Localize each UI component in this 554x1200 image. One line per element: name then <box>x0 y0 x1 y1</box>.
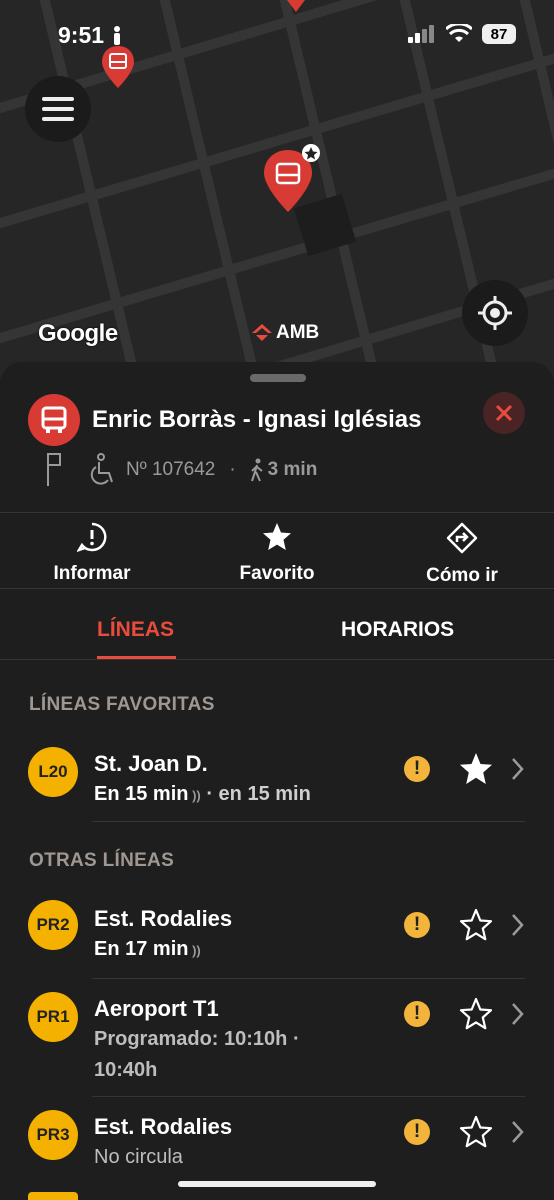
line-destination: Est. Rodalies <box>94 906 233 931</box>
battery-indicator: 87 <box>482 24 516 44</box>
favorite-button[interactable]: Favorito <box>207 522 347 585</box>
line-arrival: En 17 min )) <box>94 938 201 960</box>
star-outline-icon[interactable] <box>458 907 494 943</box>
google-logo: Google <box>38 320 118 347</box>
selected-stop-marker[interactable] <box>260 142 322 216</box>
divider <box>92 978 525 979</box>
bus-stop-icon <box>28 394 80 446</box>
star-filled-icon <box>263 523 291 550</box>
directions-icon <box>446 522 478 554</box>
alert-icon[interactable]: ! <box>404 756 430 782</box>
divider <box>0 512 554 513</box>
status-time: 9:51 <box>58 22 105 48</box>
status-bar: 9:51 87 <box>0 22 554 52</box>
stop-number: Nº 107642 <box>126 459 216 480</box>
stop-pole-icon <box>47 453 61 486</box>
line-row[interactable]: PR2 Est. Rodalies En 17 min )) ! <box>0 894 554 979</box>
report-button[interactable]: Informar <box>22 522 162 585</box>
line-row[interactable]: PR1 Aeroport T1 Programado: 10:10h · 10:… <box>0 982 554 1097</box>
chevron-right-icon <box>512 758 524 780</box>
walking-icon <box>250 458 263 482</box>
close-icon <box>495 404 513 422</box>
my-location-button[interactable] <box>462 280 528 346</box>
divider <box>92 821 525 822</box>
arrival-time: En 15 min <box>94 783 189 805</box>
stop-name: Enric Borràs - Ignasi Iglésias <box>92 406 422 433</box>
walk-time: 3 min <box>267 459 318 480</box>
directions-label: Cómo ir <box>426 565 498 586</box>
map-view[interactable]: 9:51 87 Google AMB <box>0 0 554 390</box>
hamburger-icon <box>42 97 74 121</box>
tab-bar: LÍNEAS HORARIOS <box>0 600 554 660</box>
alert-icon[interactable]: ! <box>404 1001 430 1027</box>
chevron-right-icon <box>512 1003 524 1025</box>
section-title-others: OTRAS LÍNEAS <box>29 850 175 871</box>
amb-label: AMB <box>276 322 320 343</box>
stop-meta: Nº 107642 · 3 min <box>44 450 317 490</box>
tab-schedules[interactable]: HORARIOS <box>341 618 454 642</box>
line-badge: PR2 <box>28 900 78 950</box>
action-bar: Informar Favorito Cómo ir <box>0 522 554 588</box>
report-label: Informar <box>53 563 131 584</box>
alert-icon[interactable]: ! <box>404 912 430 938</box>
favorite-label: Favorito <box>239 563 315 584</box>
star-outline-icon[interactable] <box>458 1114 494 1150</box>
line-destination: St. Joan D. <box>94 751 208 776</box>
section-title-favorites: LÍNEAS FAVORITAS <box>29 694 215 715</box>
line-schedule-1: Programado: 10:10h · <box>94 1028 300 1050</box>
star-filled-icon[interactable] <box>458 751 494 787</box>
close-button[interactable] <box>483 392 525 434</box>
home-indicator[interactable] <box>178 1181 376 1187</box>
next-line-badge-partial <box>28 1192 78 1200</box>
line-destination: Aeroport T1 <box>94 996 219 1021</box>
sheet-drag-handle[interactable] <box>250 374 306 382</box>
report-icon <box>76 522 107 553</box>
alert-icon[interactable]: ! <box>404 1119 430 1145</box>
line-status: No circula <box>94 1146 183 1168</box>
divider <box>0 588 554 589</box>
line-badge: PR1 <box>28 992 78 1042</box>
line-badge: PR3 <box>28 1110 78 1160</box>
divider <box>92 1096 525 1097</box>
person-icon <box>114 26 120 45</box>
stop-detail-sheet: Enric Borràs - Ignasi Iglésias Nº 107642… <box>0 362 554 1200</box>
line-row[interactable]: L20 St. Joan D. En 15 min )) · en 15 min… <box>0 737 554 822</box>
crosshair-icon <box>478 296 512 330</box>
meta-separator: · <box>229 459 236 480</box>
menu-button[interactable] <box>25 76 91 142</box>
signal-icon <box>408 25 434 43</box>
line-badge: L20 <box>28 747 78 797</box>
tab-lines[interactable]: LÍNEAS <box>97 618 174 642</box>
line-arrival: En 15 min )) · en 15 min <box>94 783 311 805</box>
chevron-right-icon <box>512 1121 524 1143</box>
directions-button[interactable]: Cómo ir <box>392 522 532 587</box>
wifi-icon <box>446 24 472 42</box>
next-arrival: · en 15 min <box>206 783 311 805</box>
divider <box>0 659 554 660</box>
arrival-time: En 17 min <box>94 938 189 960</box>
star-outline-icon[interactable] <box>458 996 494 1032</box>
line-destination: Est. Rodalies <box>94 1114 233 1139</box>
chevron-right-icon <box>512 914 524 936</box>
bus-icon <box>41 406 67 433</box>
line-row[interactable]: PR3 Est. Rodalies No circula ! <box>0 1100 554 1184</box>
bus-stop-marker-top[interactable] <box>282 0 310 16</box>
wheelchair-icon <box>90 453 113 485</box>
amb-logo-icon <box>252 324 272 341</box>
line-schedule-2: 10:40h <box>94 1059 158 1081</box>
amb-logo: AMB <box>252 322 319 344</box>
